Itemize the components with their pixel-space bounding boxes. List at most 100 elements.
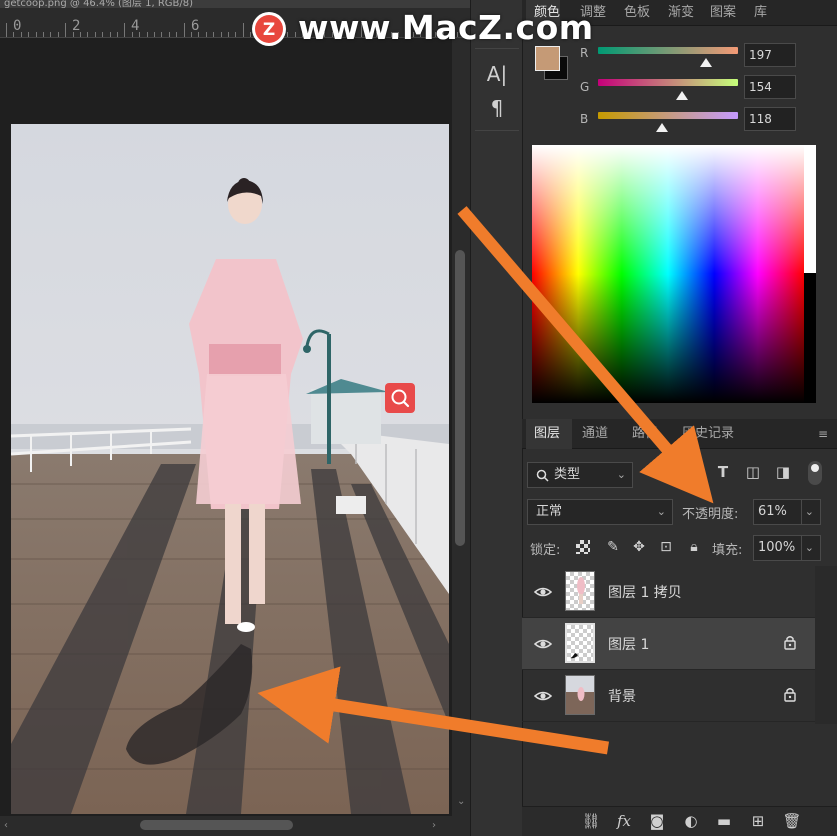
ruler-tick xyxy=(57,32,59,37)
layer-row[interactable]: 背景 xyxy=(522,670,815,722)
channel-b-label: B xyxy=(580,112,589,126)
tab-layers[interactable]: 图层 xyxy=(526,419,572,449)
ruler-tick xyxy=(20,32,22,37)
search-badge[interactable] xyxy=(385,383,415,413)
panel-menu-icon[interactable]: ≡ xyxy=(818,419,828,449)
fill-input[interactable]: 100% ⌄ xyxy=(753,535,821,561)
filter-toggle[interactable] xyxy=(808,461,822,485)
ruler-tick xyxy=(287,32,289,37)
layer-name[interactable]: 图层 1 xyxy=(608,634,649,654)
channel-r-slider[interactable] xyxy=(598,47,738,54)
foreground-color-swatch[interactable] xyxy=(535,46,560,71)
layers-scrollbar[interactable] xyxy=(815,566,837,724)
ruler-tick xyxy=(168,32,170,37)
lock-transparent-pixels-icon[interactable] xyxy=(576,540,590,554)
watermark-logo-mark: Z xyxy=(255,15,283,43)
ruler-tick xyxy=(13,32,15,37)
add-mask-icon[interactable]: ◙ xyxy=(647,811,667,831)
ruler-tick xyxy=(109,32,111,37)
channel-b-value[interactable]: 118 xyxy=(744,107,796,131)
ruler-tick xyxy=(242,23,244,37)
horizontal-scroll-thumb[interactable] xyxy=(140,820,293,830)
eye-icon[interactable] xyxy=(534,583,552,601)
ruler-tick xyxy=(154,32,155,37)
ruler-tick xyxy=(43,32,44,37)
layer-name[interactable]: 背景 xyxy=(608,686,636,706)
ruler-tick xyxy=(124,23,126,37)
opacity-label: 不透明度: xyxy=(682,507,739,522)
opacity-value: 61% xyxy=(758,504,787,519)
tab-gradients[interactable]: 渐变 xyxy=(668,0,694,26)
layer-filter-select[interactable]: 类型 ⌄ xyxy=(527,462,633,488)
watermark-text: www.MacZ.com xyxy=(298,8,594,47)
layer-style-fx-icon[interactable]: fx xyxy=(614,811,634,831)
layer-thumbnail xyxy=(565,571,595,611)
tab-libraries[interactable]: 库 xyxy=(754,0,767,26)
layers-panel-tabbar: 图层 通道 路径 历史记录 ≡ xyxy=(522,419,837,449)
channel-b-slider[interactable] xyxy=(598,112,738,119)
ruler-tick xyxy=(220,32,222,37)
blend-mode-select[interactable]: 正常 ⌄ xyxy=(527,499,673,525)
document-photo[interactable] xyxy=(11,124,449,814)
tab-swatches[interactable]: 色板 xyxy=(624,0,650,26)
layer-thumbnail-image xyxy=(577,577,585,604)
filter-type-icon[interactable]: T xyxy=(714,463,732,481)
layer-name[interactable]: 图层 1 拷贝 xyxy=(608,582,682,602)
tab-patterns[interactable]: 图案 xyxy=(710,0,736,26)
tab-channels[interactable]: 通道 xyxy=(582,419,608,449)
lock-image-pixels-icon[interactable]: ✎ xyxy=(604,538,622,556)
adjustment-layer-icon[interactable]: ◐ xyxy=(681,811,701,831)
channel-b-slider-thumb[interactable] xyxy=(656,123,669,132)
filter-pixel-icon[interactable]: ▣ xyxy=(654,463,672,481)
paragraph-icon[interactable]: ¶ xyxy=(485,96,509,120)
layer-row[interactable]: 图层 1 xyxy=(522,618,815,670)
tool-column: A| ¶ xyxy=(470,0,522,836)
scroll-right-icon[interactable]: › xyxy=(432,820,436,831)
filter-shape-icon[interactable]: ◫ xyxy=(744,463,762,481)
filter-smart-object-icon[interactable]: ◨ xyxy=(774,463,792,481)
layer-row[interactable]: 图层 1 拷贝 xyxy=(522,566,815,618)
trash-icon[interactable]: 🗑︎ xyxy=(782,811,802,831)
ruler-tick xyxy=(205,32,207,37)
link-layers-icon[interactable]: ⛓︎ xyxy=(581,811,601,831)
ruler-tick xyxy=(28,32,30,37)
ruler-tick xyxy=(117,32,118,37)
lock-all-icon[interactable]: 🔒︎ xyxy=(685,538,703,556)
document-tab[interactable]: getcoop.png @ 46.4% (图层 1, RGB/8) xyxy=(0,0,470,8)
new-group-icon[interactable]: ▬ xyxy=(714,811,734,831)
ruler-tick xyxy=(183,23,185,37)
eye-icon[interactable] xyxy=(534,635,552,653)
opacity-input[interactable]: 61% ⌄ xyxy=(753,499,821,525)
tab-history[interactable]: 历史记录 xyxy=(682,419,734,449)
ruler-tick xyxy=(139,32,141,37)
channel-g-slider[interactable] xyxy=(598,79,738,86)
chevron-down-icon[interactable]: ⌄ xyxy=(800,500,814,524)
lock-icon[interactable] xyxy=(783,686,797,702)
lock-position-icon[interactable]: ✥ xyxy=(630,538,648,556)
ruler-tick xyxy=(228,32,229,37)
scroll-down-icon[interactable]: ⌄ xyxy=(457,796,465,807)
ruler-tick xyxy=(235,32,237,37)
eye-icon[interactable] xyxy=(534,687,552,705)
tab-paths[interactable]: 路径 xyxy=(632,419,658,449)
channel-g-value[interactable]: 154 xyxy=(744,75,796,99)
blend-mode-value: 正常 xyxy=(536,504,563,519)
ruler-tick xyxy=(6,23,7,37)
channel-r-value[interactable]: 197 xyxy=(744,43,796,67)
channel-g-slider-thumb[interactable] xyxy=(676,91,688,100)
chevron-down-icon[interactable]: ⌄ xyxy=(800,536,814,560)
layer-thumbnail-image xyxy=(570,653,578,659)
type-character-icon[interactable]: A| xyxy=(485,62,509,86)
search-icon xyxy=(391,389,410,408)
lock-label: 锁定: xyxy=(530,543,561,558)
ruler-tick xyxy=(35,32,37,37)
ruler-tick xyxy=(213,32,215,37)
new-layer-icon[interactable]: ⊞ xyxy=(748,811,768,831)
lock-artboard-icon[interactable]: ⊡ xyxy=(657,538,675,556)
scroll-left-icon[interactable]: ‹ xyxy=(4,820,8,831)
ruler-tick xyxy=(146,32,148,37)
color-spectrum[interactable] xyxy=(532,145,816,403)
channel-r-slider-thumb[interactable] xyxy=(699,58,712,67)
vertical-scroll-thumb[interactable] xyxy=(455,250,465,546)
lock-icon[interactable] xyxy=(783,634,797,650)
